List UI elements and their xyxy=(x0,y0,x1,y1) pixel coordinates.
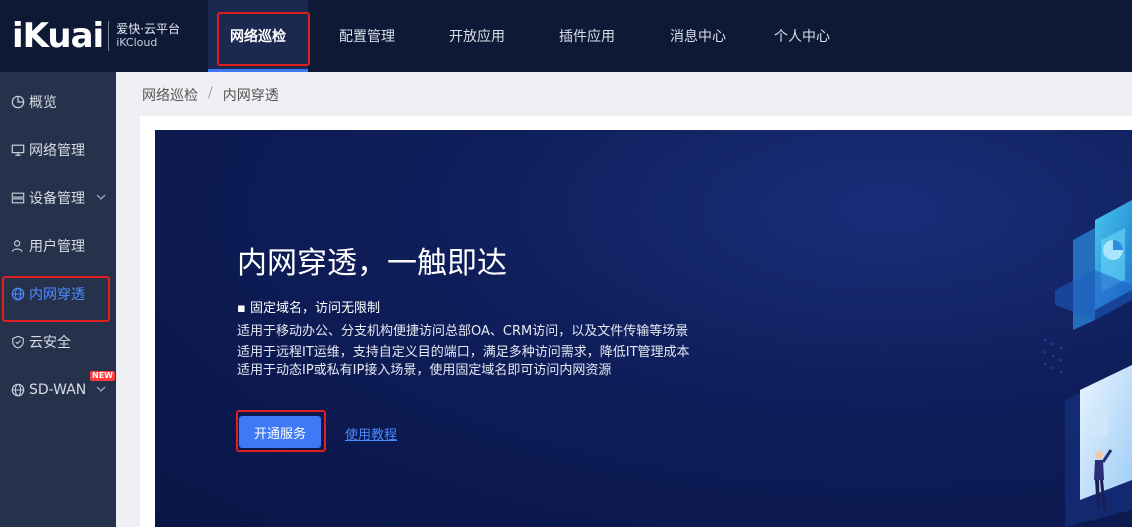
breadcrumb: 网络巡检 / 内网穿透 xyxy=(142,85,279,105)
logo-text: 爱快·云平台 iKCloud xyxy=(116,21,181,49)
sidebar-item-user-management[interactable]: 用户管理 xyxy=(0,222,116,270)
breadcrumb-parent[interactable]: 网络巡检 xyxy=(142,85,198,105)
nav-open-apps[interactable]: 开放应用 xyxy=(426,0,528,72)
sidebar-item-label: 内网穿透 xyxy=(29,287,85,303)
user-icon xyxy=(10,238,26,254)
shield-icon xyxy=(10,334,26,350)
sidebar-item-intranet-penetration[interactable]: 内网穿透 xyxy=(0,270,116,318)
banner-desc-line: 适用于动态IP或私有IP接入场景，使用固定域名即可访问内网资源 xyxy=(237,363,612,378)
tutorial-link[interactable]: 使用教程 xyxy=(345,424,397,443)
globe-icon xyxy=(10,286,26,302)
banner-bullet-text: 固定域名，访问无限制 xyxy=(249,301,380,316)
top-navbar: iKuai 爱快·云平台 iKCloud 网络巡检 配置管理 开放应用 插件应用… xyxy=(0,0,1132,72)
banner-title: 内网穿透，一触即达 xyxy=(237,246,507,281)
nav-plugin-apps[interactable]: 插件应用 xyxy=(528,0,646,72)
new-badge: NEW xyxy=(90,371,115,381)
monitor-icon xyxy=(10,142,26,158)
banner-desc-line: 适用于移动办公、分支机构便捷访问总部OA、CRM访问，以及文件传输等场景 xyxy=(237,324,689,339)
promo-banner: 内网穿透，一触即达 ▪ 固定域名，访问无限制 适用于移动办公、分支机构便捷访问总… xyxy=(155,130,1132,527)
brand-logo[interactable]: iKuai 爱快·云平台 iKCloud xyxy=(12,14,180,58)
banner-bullet: ▪ 固定域名，访问无限制 xyxy=(237,301,380,316)
sidebar-item-label: SD-WAN xyxy=(29,382,87,398)
main-nav: 网络巡检 配置管理 开放应用 插件应用 消息中心 个人中心 xyxy=(208,0,854,72)
chevron-down-icon xyxy=(96,386,106,392)
activate-service-button[interactable]: 开通服务 xyxy=(239,416,321,448)
sidebar-item-overview[interactable]: 概览 xyxy=(0,78,116,126)
sidebar-item-label: 概览 xyxy=(29,95,57,111)
nav-config-management[interactable]: 配置管理 xyxy=(308,0,426,72)
sidebar-item-label: 云安全 xyxy=(29,335,71,351)
logo-cn: 爱快·云平台 xyxy=(116,21,181,36)
globe-icon xyxy=(10,382,26,398)
chevron-down-icon xyxy=(96,194,106,200)
sidebar: 概览 网络管理 设备管理 用户管理 内网穿透 云安全 SD-WAN NEW xyxy=(0,72,116,527)
banner-desc-line: 适用于远程IT运维，支持自定义目的端口，满足多种访问需求，降低IT管理成本 xyxy=(237,345,690,360)
sidebar-item-cloud-security[interactable]: 云安全 xyxy=(0,318,116,366)
breadcrumb-current: 内网穿透 xyxy=(222,88,279,104)
nav-message-center[interactable]: 消息中心 xyxy=(646,0,750,72)
isometric-illustration xyxy=(1043,200,1132,527)
sidebar-item-network-management[interactable]: 网络管理 xyxy=(0,126,116,174)
sidebar-item-label: 网络管理 xyxy=(29,143,85,159)
sidebar-item-sd-wan[interactable]: SD-WAN NEW xyxy=(0,366,116,414)
pie-chart-icon xyxy=(10,94,26,110)
nav-network-inspection[interactable]: 网络巡检 xyxy=(208,0,308,72)
server-icon xyxy=(10,190,26,206)
nav-personal-center[interactable]: 个人中心 xyxy=(750,0,854,72)
breadcrumb-separator: / xyxy=(208,85,213,101)
logo-mark: iKuai xyxy=(12,16,104,56)
sidebar-item-label: 用户管理 xyxy=(29,239,85,255)
logo-divider xyxy=(108,21,110,51)
sidebar-item-label: 设备管理 xyxy=(29,191,85,207)
logo-en: iKCloud xyxy=(116,35,158,49)
sidebar-item-device-management[interactable]: 设备管理 xyxy=(0,174,116,222)
